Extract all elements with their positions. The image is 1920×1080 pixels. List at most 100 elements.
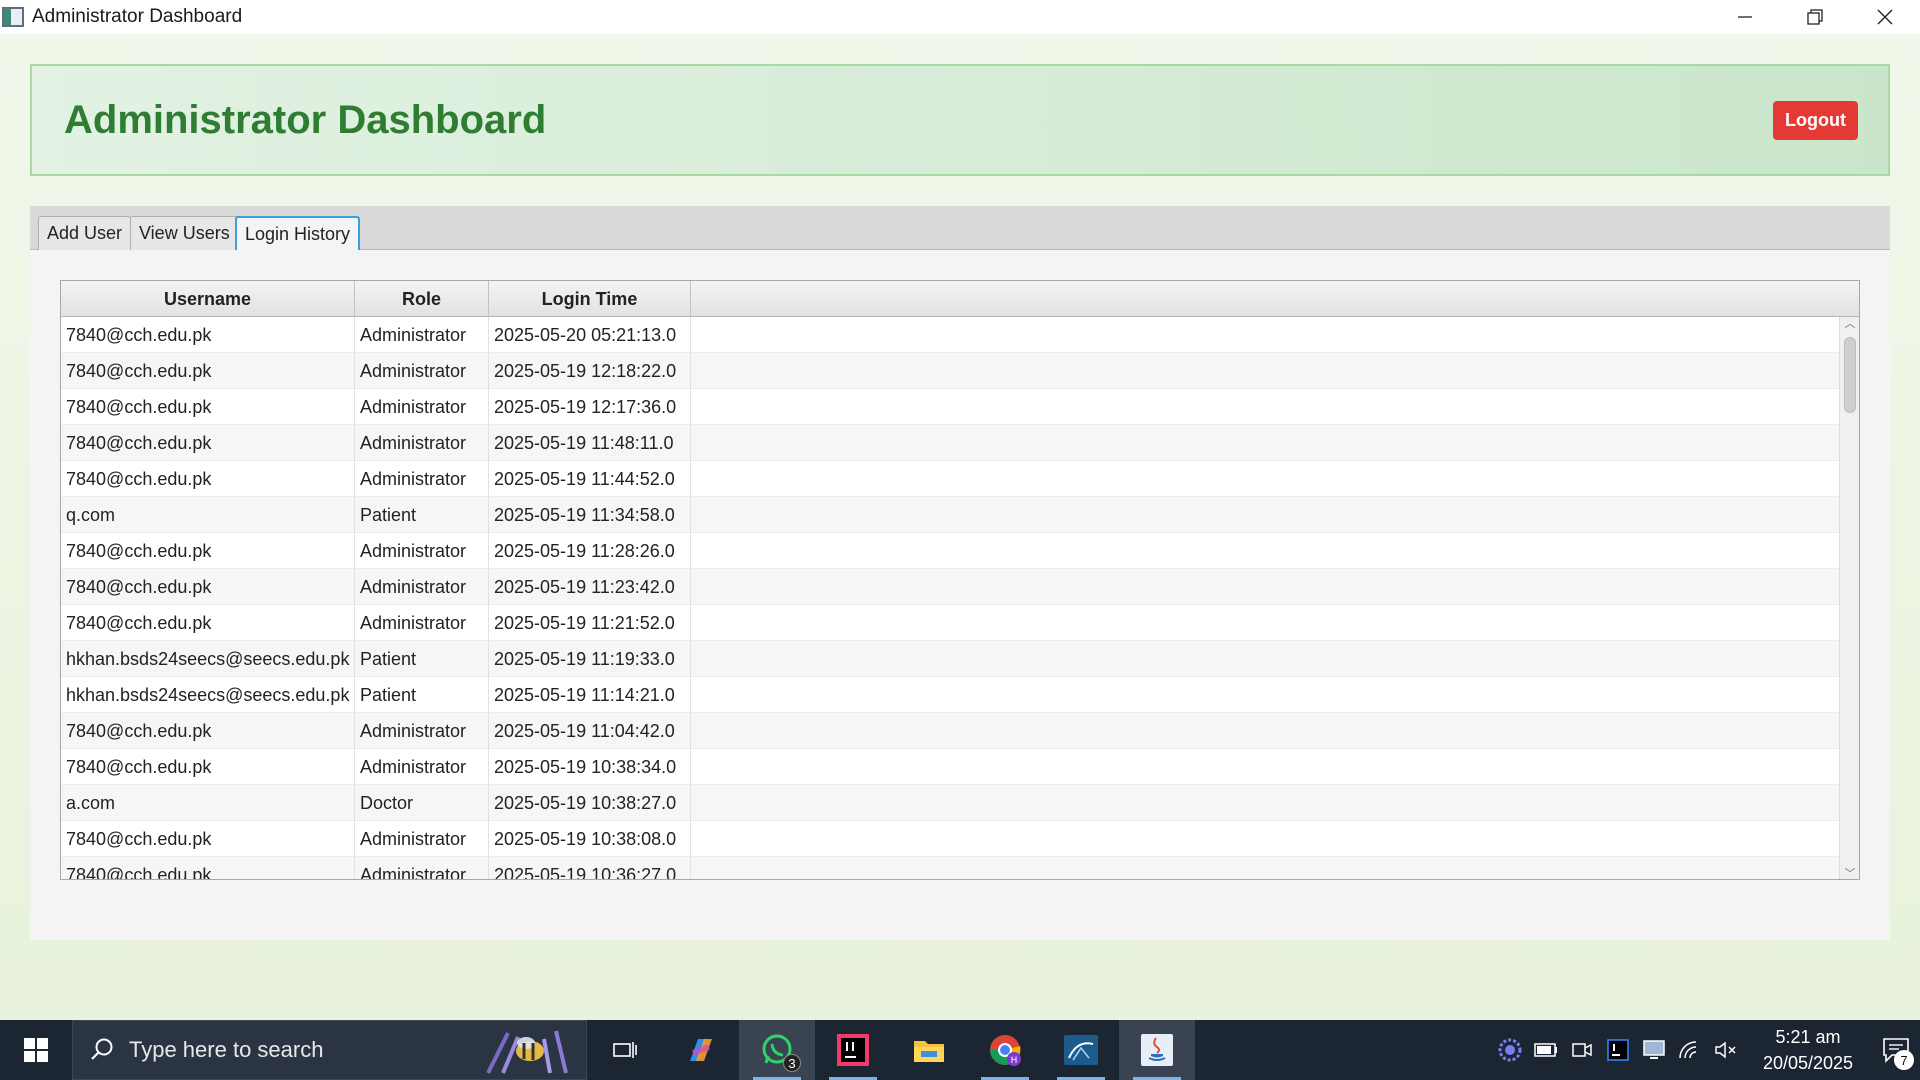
table-row[interactable]: 7840@cch.edu.pk Administrator 2025-05-20 0… [61,317,1839,353]
cell-empty [691,857,1839,879]
tab-view-users[interactable]: View Users [130,216,239,250]
cell-username: 7840@cch.edu.pk [61,317,355,353]
volume-button[interactable] [1708,1020,1744,1080]
table-row[interactable]: a.com Doctor 2025-05-19 10:38:27.0 [61,785,1839,821]
table-row[interactable]: 7840@cch.edu.pk Administrator 2025-05-19 1… [61,749,1839,785]
app-icon [2,7,24,27]
taskbar-clock[interactable]: 5:21 am 20/05/2025 [1752,1024,1864,1076]
cell-empty [691,461,1839,497]
table-header: Username Role Login Time [61,281,1859,317]
column-header-login-time[interactable]: Login Time [489,281,691,317]
table-row[interactable]: hkhan.bsds24seecs@seecs.edu.pk Patient 202… [61,641,1839,677]
table-row[interactable]: 7840@cch.edu.pk Administrator 2025-05-19 1… [61,569,1839,605]
tray-app-button[interactable] [1492,1020,1528,1080]
cell-login-time: 2025-05-19 11:48:11.0 [489,425,691,461]
volume-muted-icon [1715,1041,1736,1059]
wifi-button[interactable] [1672,1020,1708,1080]
table-row[interactable]: 7840@cch.edu.pk Administrator 2025-05-19 1… [61,425,1839,461]
cell-login-time: 2025-05-19 10:38:27.0 [489,785,691,821]
scroll-down-icon[interactable]: ﹀ [1844,869,1856,880]
close-button[interactable] [1850,0,1920,34]
table-row[interactable]: 7840@cch.edu.pk Administrator 2025-05-19 1… [61,353,1839,389]
table-row[interactable]: q.com Patient 2025-05-19 11:34:58.0 [61,497,1839,533]
table-row[interactable]: hkhan.bsds24seecs@seecs.edu.pk Patient 202… [61,677,1839,713]
taskbar-copilot[interactable] [663,1020,739,1080]
tray-intellij-button[interactable] [1600,1020,1636,1080]
cell-empty [691,785,1839,821]
cell-role: Doctor [355,785,489,821]
cell-empty [691,713,1839,749]
flower-app-icon [1498,1038,1522,1062]
start-button[interactable] [0,1020,72,1080]
taskbar-whatsapp[interactable]: 3 [739,1020,815,1080]
page-title: Administrator Dashboard [64,97,547,142]
cell-empty [691,317,1839,353]
monitor-icon [1643,1040,1665,1059]
column-header-role[interactable]: Role [355,281,489,317]
cell-empty [691,389,1839,425]
cell-username: 7840@cch.edu.pk [61,749,355,785]
table-row[interactable]: 7840@cch.edu.pk Administrator 2025-05-19 1… [61,821,1839,857]
cell-role: Patient [355,641,489,677]
cell-login-time: 2025-05-20 05:21:13.0 [489,317,691,353]
tab-add-user[interactable]: Add User [38,216,132,250]
taskbar-file-explorer[interactable] [891,1020,967,1080]
cell-username: 7840@cch.edu.pk [61,605,355,641]
cell-login-time: 2025-05-19 11:34:58.0 [489,497,691,533]
table-row[interactable]: 7840@cch.edu.pk Administrator 2025-05-19 1… [61,605,1839,641]
table-row[interactable]: 7840@cch.edu.pk Administrator 2025-05-19 1… [61,533,1839,569]
column-header-username[interactable]: Username [61,281,355,317]
tab-header: Add User View Users Login History [30,206,1890,250]
cell-role: Administrator [355,569,489,605]
cell-login-time: 2025-05-19 11:21:52.0 [489,605,691,641]
mysql-workbench-icon [1064,1035,1098,1065]
taskbar-java-app[interactable] [1119,1020,1195,1080]
tab-login-history[interactable]: Login History [235,216,361,250]
dashboard-header: Administrator Dashboard Logout [30,64,1890,176]
display-button[interactable] [1636,1020,1672,1080]
notification-center-button[interactable]: 7 [1872,1020,1920,1080]
minimize-button[interactable] [1710,0,1780,34]
cell-role: Administrator [355,461,489,497]
meet-button[interactable] [1564,1020,1600,1080]
task-view-button[interactable] [587,1020,663,1080]
cell-empty [691,569,1839,605]
cell-login-time: 2025-05-19 10:38:34.0 [489,749,691,785]
cell-empty [691,641,1839,677]
window-title: Administrator Dashboard [32,6,243,27]
table-row[interactable]: 7840@cch.edu.pk Administrator 2025-05-19 1… [61,461,1839,497]
cell-role: Administrator [355,533,489,569]
cell-username: 7840@cch.edu.pk [61,461,355,497]
cell-username: hkhan.bsds24seecs@seecs.edu.pk [61,641,355,677]
logout-button[interactable]: Logout [1773,101,1858,140]
vertical-scrollbar[interactable]: ︿ ﹀ [1839,317,1859,880]
scroll-up-icon[interactable]: ︿ [1844,319,1856,330]
login-history-table[interactable]: Username Role Login Time 7840@cch.edu.pk… [60,280,1860,880]
cell-username: 7840@cch.edu.pk [61,353,355,389]
restore-button[interactable] [1780,0,1850,34]
table-row[interactable]: 7840@cch.edu.pk Administrator 2025-05-19 1… [61,389,1839,425]
clock-date: 20/05/2025 [1762,1053,1854,1073]
table-row[interactable]: 7840@cch.edu.pk Administrator 2025-05-19 1… [61,713,1839,749]
cell-role: Patient [355,497,489,533]
table-row[interactable]: 7840@cch.edu.pk Administrator 2025-05-19 1… [61,857,1839,879]
intellij-tray-icon [1607,1039,1629,1061]
taskbar-mysql-workbench[interactable] [1043,1020,1119,1080]
scroll-thumb[interactable] [1844,337,1856,413]
cell-login-time: 2025-05-19 11:19:33.0 [489,641,691,677]
cell-username: 7840@cch.edu.pk [61,857,355,879]
cell-role: Administrator [355,713,489,749]
camera-icon [1572,1043,1592,1057]
battery-button[interactable] [1528,1020,1564,1080]
taskbar-search[interactable]: Type here to search [72,1020,587,1080]
taskbar-chrome[interactable]: H [967,1020,1043,1080]
restore-icon [1807,9,1823,25]
taskbar-intellij[interactable] [815,1020,891,1080]
cell-username: a.com [61,785,355,821]
intellij-icon [837,1034,869,1066]
lavender-bee-illustration-icon [486,1030,568,1074]
svg-text:H: H [1011,1056,1018,1066]
minimize-icon [1738,16,1752,18]
task-view-icon [613,1042,637,1058]
taskbar: Type here to search 3 H 5:21 am 20/05/20… [0,1020,1920,1080]
